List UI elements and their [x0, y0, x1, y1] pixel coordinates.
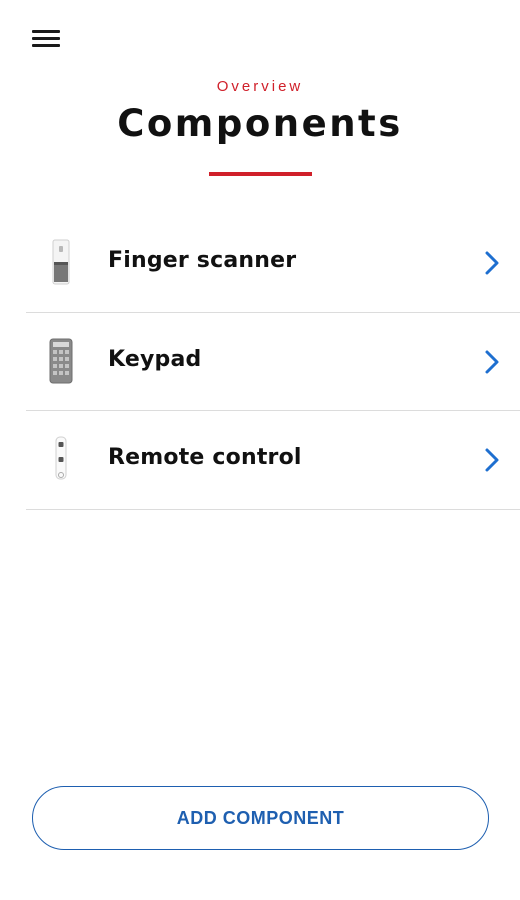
list-item-remote-control[interactable]: Remote control: [26, 411, 520, 510]
hamburger-menu-icon[interactable]: [28, 26, 64, 52]
list-item-keypad[interactable]: Keypad: [26, 313, 520, 411]
remote-control-icon: [55, 436, 67, 480]
page-title: Components: [117, 102, 403, 145]
add-component-button[interactable]: ADD COMPONENT: [32, 786, 489, 850]
chevron-right-icon: [485, 448, 499, 472]
menu-bar: [32, 44, 60, 47]
list-item-label: Remote control: [108, 445, 302, 470]
page-eyebrow: Overview: [216, 78, 304, 95]
components-screen: Overview Components Finger scanner Keypa…: [0, 0, 520, 900]
finger-scanner-icon: [52, 239, 70, 285]
chevron-right-icon: [485, 251, 499, 275]
list-item-finger-scanner[interactable]: Finger scanner: [26, 214, 520, 313]
keypad-icon: [49, 338, 73, 383]
menu-bar: [32, 30, 60, 33]
list-item-label: Keypad: [108, 346, 202, 372]
title-underline: [209, 172, 312, 176]
chevron-right-icon: [485, 350, 499, 373]
menu-bar: [32, 37, 60, 40]
component-list: Finger scanner Keypad Remote control: [26, 214, 520, 510]
list-item-label: Finger scanner: [108, 248, 297, 273]
